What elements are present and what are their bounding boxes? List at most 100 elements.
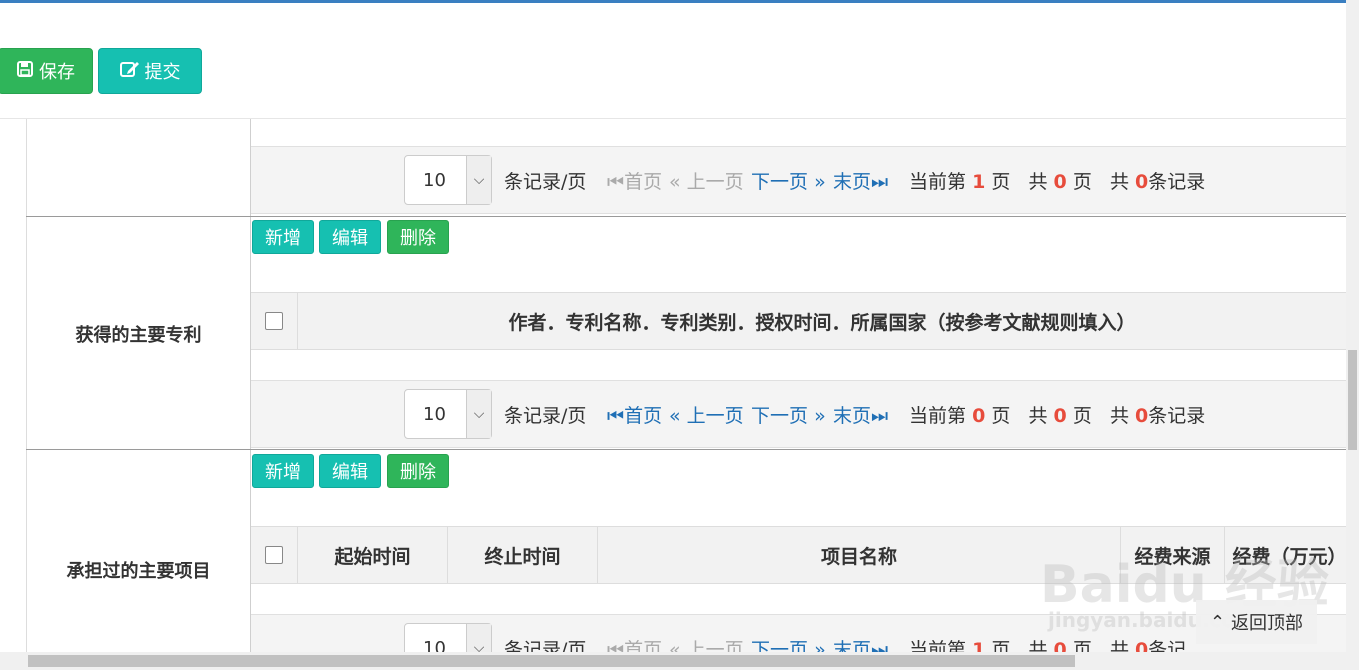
- save-button[interactable]: 保存: [0, 48, 93, 94]
- section-label-patents: 获得的主要专利: [27, 217, 251, 450]
- last-page-link[interactable]: 末页⏭: [833, 401, 888, 428]
- add-button[interactable]: 新增: [252, 454, 314, 488]
- page-unit: 页: [991, 639, 1011, 652]
- prev-page-link[interactable]: « 上一页: [669, 401, 744, 428]
- current-prefix: 当前第: [909, 639, 967, 652]
- total-prefix: 共: [1109, 639, 1129, 652]
- next-page-label: 下一页: [751, 639, 809, 652]
- column-header-end-time: 终止时间: [447, 527, 597, 583]
- page-unit: 页: [991, 405, 1011, 427]
- edit-button[interactable]: 编辑: [319, 454, 381, 488]
- submit-label: 提交: [144, 62, 181, 83]
- delete-button[interactable]: 删除: [387, 220, 449, 254]
- page-status: 当前第 1 页 共 0 页 共 0条记录: [909, 167, 1205, 194]
- last-page-link[interactable]: 末页⏭: [833, 167, 888, 194]
- page-size-value: 10: [423, 638, 446, 652]
- total-prefix: 共: [1028, 171, 1048, 193]
- floppy-icon: [16, 60, 34, 83]
- vertical-scrollbar[interactable]: [1346, 0, 1359, 670]
- total-pages-number: 0: [1053, 639, 1067, 652]
- total-pages-number: 0: [1053, 405, 1067, 427]
- chevron-down-icon: ⌵: [466, 624, 491, 652]
- back-to-top-button[interactable]: ⌃ 返回顶部: [1196, 600, 1317, 644]
- last-page-link[interactable]: 末页⏭: [833, 635, 888, 652]
- last-page-icon: ⏭: [871, 171, 889, 193]
- records-unit: 条记录: [1148, 405, 1206, 427]
- page-unit: 页: [991, 171, 1011, 193]
- page-size-select[interactable]: 10 ⌵: [404, 155, 492, 205]
- records-unit: 条记: [1148, 639, 1187, 652]
- edit-icon: [119, 60, 140, 83]
- total-records-number: 0: [1135, 639, 1149, 652]
- records-per-page-label: 条记录/页: [504, 405, 587, 427]
- first-page-link[interactable]: ⏮首页: [607, 635, 662, 652]
- records-unit: 条记录: [1148, 171, 1206, 193]
- horizontal-scrollbar-thumb[interactable]: [28, 655, 1075, 667]
- total-prefix: 共: [1109, 405, 1129, 427]
- current-page-number: 0: [972, 405, 986, 427]
- last-page-label: 末页: [833, 639, 872, 652]
- last-page-icon: ⏭: [871, 405, 889, 427]
- prev-page-link[interactable]: « 上一页: [669, 167, 744, 194]
- first-page-icon: ⏮: [607, 639, 625, 652]
- page-unit: 页: [1072, 639, 1092, 652]
- first-page-icon: ⏮: [607, 405, 625, 427]
- column-header: 作者．专利名称．专利类别．授权时间．所属国家（按参考文献规则填入）: [297, 293, 1346, 349]
- chevron-up-icon: ⌃: [1209, 611, 1226, 633]
- select-all-checkbox[interactable]: [265, 546, 283, 564]
- prev-page-label: 上一页: [686, 639, 744, 652]
- page-size-select[interactable]: 10 ⌵: [404, 623, 492, 652]
- chevron-down-icon: ⌵: [466, 390, 491, 438]
- first-page-link[interactable]: ⏮首页: [607, 401, 662, 428]
- save-label: 保存: [39, 62, 75, 83]
- first-page-label: 首页: [624, 171, 663, 193]
- double-chevron-left-icon: «: [669, 171, 681, 193]
- last-page-label: 末页: [833, 405, 872, 427]
- page-size-value: 10: [423, 170, 446, 191]
- chevron-down-icon: ⌵: [466, 156, 491, 204]
- first-page-label: 首页: [624, 639, 663, 652]
- page-unit: 页: [1072, 405, 1092, 427]
- first-page-link[interactable]: ⏮首页: [607, 167, 662, 194]
- prev-page-link[interactable]: « 上一页: [669, 635, 744, 652]
- page-unit: 页: [1072, 171, 1092, 193]
- page-size-select[interactable]: 10 ⌵: [404, 389, 492, 439]
- section-title: 获得的主要专利: [75, 324, 202, 346]
- next-page-label: 下一页: [751, 405, 809, 427]
- current-prefix: 当前第: [909, 171, 967, 193]
- prev-page-label: 上一页: [686, 405, 744, 427]
- total-records-number: 0: [1135, 171, 1149, 193]
- submit-button[interactable]: 提交: [98, 48, 202, 94]
- first-page-icon: ⏮: [607, 171, 625, 193]
- page-size-value: 10: [423, 404, 446, 425]
- prev-page-label: 上一页: [686, 171, 744, 193]
- total-prefix: 共: [1028, 639, 1048, 652]
- double-chevron-right-icon: »: [814, 639, 826, 652]
- page-status: 当前第 1 页 共 0 页 共 0条记: [909, 635, 1186, 652]
- add-button[interactable]: 新增: [252, 220, 314, 254]
- pager-patents: 10 ⌵ 条记录/页 ⏮首页 « 上一页 下一页 » 末页⏭ 当前第 0 页 共…: [251, 380, 1346, 448]
- next-page-link[interactable]: 下一页 »: [751, 167, 826, 194]
- back-to-top-label: 返回顶部: [1231, 613, 1304, 634]
- total-prefix: 共: [1028, 405, 1048, 427]
- edit-button[interactable]: 编辑: [319, 220, 381, 254]
- section-label-previous: [27, 119, 251, 216]
- current-page-number: 1: [972, 171, 986, 193]
- toolbar: 保存 提交: [0, 3, 1359, 119]
- records-per-page-label: 条记录/页: [504, 171, 587, 193]
- delete-button[interactable]: 删除: [387, 454, 449, 488]
- double-chevron-left-icon: «: [669, 639, 681, 652]
- select-all-checkbox[interactable]: [265, 312, 283, 330]
- last-page-label: 末页: [833, 171, 872, 193]
- current-prefix: 当前第: [909, 405, 967, 427]
- total-prefix: 共: [1109, 171, 1129, 193]
- section-title: 承担过的主要项目: [66, 561, 211, 582]
- last-page-icon: ⏭: [871, 639, 889, 652]
- first-page-label: 首页: [624, 405, 663, 427]
- next-page-link[interactable]: 下一页 »: [751, 401, 826, 428]
- pager-previous: 10 ⌵ 条记录/页 ⏮首页 « 上一页 下一页 » 末页⏭ 当前第 1 页 共…: [251, 146, 1346, 214]
- vertical-scrollbar-thumb[interactable]: [1348, 350, 1357, 450]
- double-chevron-right-icon: »: [814, 405, 826, 427]
- next-page-link[interactable]: 下一页 »: [751, 635, 826, 652]
- total-records-number: 0: [1135, 405, 1149, 427]
